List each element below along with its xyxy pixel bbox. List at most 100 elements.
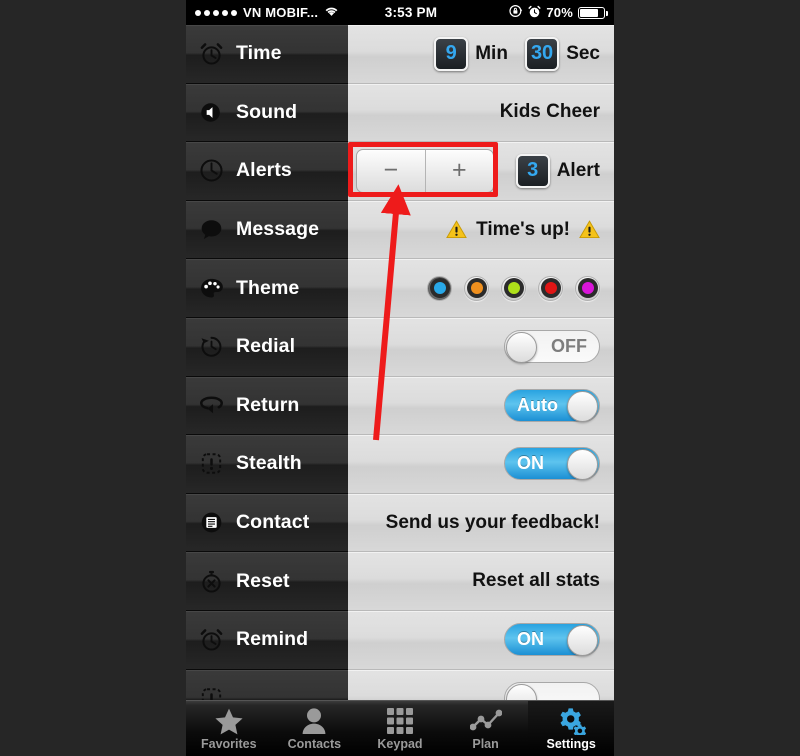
star-icon <box>214 707 244 735</box>
settings-row-label: Message <box>236 218 320 241</box>
settings-row-control-cell[interactable] <box>348 259 614 318</box>
settings-row[interactable]: Theme <box>186 259 614 318</box>
settings-row-control-cell[interactable]: Time's up! <box>348 200 614 260</box>
settings-row[interactable]: Redial OFF <box>186 317 614 377</box>
alarm-clock-icon <box>198 40 225 67</box>
stepper-minus-button[interactable]: − <box>357 149 426 192</box>
settings-row-control-cell[interactable]: Reset all stats <box>348 552 614 611</box>
theme-swatch-orange[interactable] <box>464 275 489 301</box>
settings-row[interactable]: Stealth ON <box>186 435 614 494</box>
grid-icon <box>386 707 414 735</box>
person-icon <box>301 707 327 735</box>
toggle-switch[interactable]: Auto <box>504 388 600 422</box>
tab-bar[interactable]: Favorites Contacts Keypad Plan Settings <box>186 700 614 756</box>
toggle-knob[interactable] <box>567 625 598 657</box>
settings-row-control-cell[interactable]: OFF <box>348 317 614 377</box>
settings-row-label-cell[interactable]: Alerts <box>186 142 348 201</box>
settings-row-label-cell[interactable]: Redial <box>186 317 348 377</box>
settings-row-value: Send us your feedback! <box>385 511 600 533</box>
theme-swatch-magenta[interactable] <box>575 275 600 301</box>
settings-row-label-cell[interactable]: Sound <box>186 83 348 143</box>
chart-icon <box>469 707 502 735</box>
wifi-icon <box>324 5 339 20</box>
settings-row-control-cell[interactable] <box>348 669 614 700</box>
theme-swatch-blue[interactable] <box>427 275 452 301</box>
settings-row-label: Redial <box>236 335 296 358</box>
settings-row-label-cell[interactable]: Stealth <box>186 435 348 494</box>
settings-row[interactable]: Alerts − +3 Alert <box>186 142 614 201</box>
clock-icon <box>198 157 225 184</box>
settings-row[interactable] <box>186 669 614 700</box>
settings-row[interactable]: Remind ON <box>186 610 614 670</box>
settings-row[interactable]: Reset Reset all stats <box>186 552 614 611</box>
redial-icon <box>198 333 225 360</box>
theme-swatch-group[interactable] <box>427 275 600 301</box>
settings-row-value: Kids Cheer <box>499 101 600 123</box>
toggle-knob[interactable] <box>506 683 537 700</box>
settings-row[interactable]: Contact Send us your feedback! <box>186 493 614 553</box>
settings-row-control-cell[interactable]: Auto <box>348 376 614 436</box>
settings-row-label-cell[interactable] <box>186 669 348 700</box>
toggle-label: Auto <box>517 394 558 415</box>
settings-row-control-cell[interactable]: ON <box>348 610 614 670</box>
tab-settings[interactable]: Settings <box>528 701 614 756</box>
settings-row-control-cell[interactable]: Kids Cheer <box>348 83 614 143</box>
theme-swatch-red[interactable] <box>538 275 563 301</box>
value-badge[interactable]: 9 <box>434 36 469 71</box>
value-unit-group[interactable]: 9 Min <box>434 36 508 71</box>
value-badge[interactable]: 3 <box>515 153 550 188</box>
toggle-knob[interactable] <box>567 390 598 422</box>
carrier-label: VN MOBIF... <box>243 5 319 20</box>
settings-row-control-cell[interactable]: Send us your feedback! <box>348 493 614 553</box>
settings-row-label-cell[interactable]: Message <box>186 200 348 260</box>
settings-row-label-cell[interactable]: Theme <box>186 259 348 318</box>
settings-row-label: Sound <box>236 100 298 123</box>
battery-icon <box>578 6 608 19</box>
settings-row-label-cell[interactable]: Reset <box>186 552 348 611</box>
tab-favorites[interactable]: Favorites <box>186 701 272 756</box>
stealth-icon <box>198 450 225 477</box>
stepper-plus-button[interactable]: + <box>426 150 494 192</box>
tab-label: Settings <box>546 736 596 751</box>
palette-icon <box>198 275 225 302</box>
alerts-stepper[interactable]: − + <box>356 148 494 193</box>
alarm-clock-icon <box>528 5 541 21</box>
tab-contacts[interactable]: Contacts <box>272 701 358 756</box>
toggle-switch[interactable]: ON <box>504 447 600 481</box>
toggle-knob[interactable] <box>567 449 598 481</box>
gears-icon <box>555 707 587 735</box>
settings-row[interactable]: Message Time's up! <box>186 200 614 260</box>
settings-row-label-cell[interactable]: Contact <box>186 493 348 553</box>
battery-percent-label: 70% <box>546 5 573 20</box>
return-icon <box>198 392 225 419</box>
value-unit-group[interactable]: 30 Sec <box>524 36 600 71</box>
tab-keypad[interactable]: Keypad <box>357 701 443 756</box>
settings-row-control-cell[interactable]: 9 Min 30 Sec <box>348 25 614 84</box>
status-bar-left: VN MOBIF... <box>195 5 339 20</box>
settings-row-label-cell[interactable]: Time <box>186 25 348 84</box>
settings-row[interactable]: Sound Kids Cheer <box>186 83 614 143</box>
settings-row[interactable]: Time 9 Min 30 Sec <box>186 25 614 84</box>
toggle-switch[interactable]: ON <box>504 623 600 657</box>
toggle-switch[interactable]: OFF <box>504 330 600 364</box>
tab-label: Plan <box>472 736 499 751</box>
theme-swatch-lime[interactable] <box>501 275 526 301</box>
settings-row-label: Stealth <box>236 452 302 475</box>
settings-list[interactable]: Time 9 Min 30 Sec Sound Kids Cheer Alerts − +3 Ale… <box>186 25 614 700</box>
toggle-knob[interactable] <box>506 332 537 364</box>
value-unit-group[interactable]: 3 Alert <box>515 153 600 188</box>
phone-screen: VN MOBIF... 3:53 PM 70% Time 9 Min 30 Se… <box>186 0 614 756</box>
tab-plan[interactable]: Plan <box>443 701 529 756</box>
message-value-group[interactable]: Time's up! <box>446 219 600 241</box>
settings-row-label-cell[interactable]: Return <box>186 376 348 436</box>
settings-row-control-cell[interactable]: ON <box>348 435 614 494</box>
value-badge[interactable]: 30 <box>524 36 560 71</box>
toggle-switch[interactable] <box>504 681 600 700</box>
unit-label: Sec <box>566 42 600 64</box>
settings-row-label: Alerts <box>236 159 292 182</box>
toggle-label: ON <box>517 629 544 650</box>
contact-list-icon <box>198 509 225 536</box>
settings-row[interactable]: Return Auto <box>186 376 614 436</box>
settings-row-control-cell[interactable]: − +3 Alert <box>348 142 614 201</box>
settings-row-label-cell[interactable]: Remind <box>186 610 348 670</box>
